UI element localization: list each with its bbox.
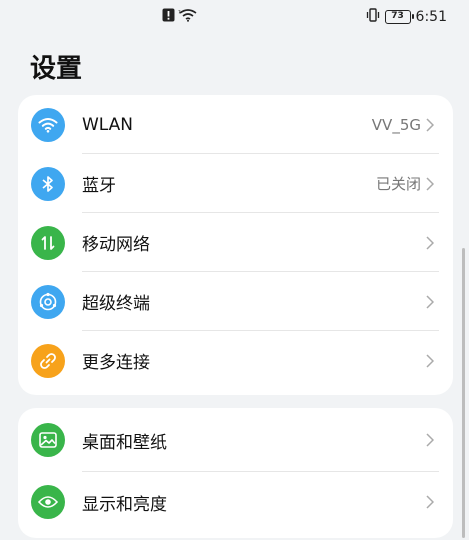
svg-text:?: ?	[178, 10, 181, 16]
settings-item-more-connections[interactable]: 更多连接	[18, 331, 453, 390]
chevron-right-icon	[423, 117, 437, 132]
battery-indicator: 73	[384, 10, 414, 24]
status-bar: ? 73 6:51	[0, 0, 469, 34]
chevron-right-icon	[423, 433, 437, 447]
settings-item-mobile-network[interactable]: 移动网络	[18, 213, 453, 272]
settings-item-wlan[interactable]: WLAN VV_5G	[18, 95, 453, 154]
wifi-icon	[31, 107, 65, 142]
page-title: 设置	[30, 54, 83, 84]
status-center: ?	[162, 8, 198, 26]
settings-group-display: 桌面和壁纸 显示和亮度	[18, 408, 453, 538]
settings-item-label: 桌面和壁纸	[82, 432, 167, 453]
chevron-right-icon	[423, 294, 437, 309]
chevron-right-icon	[423, 495, 437, 509]
link-icon	[31, 343, 65, 378]
alert-icon	[162, 8, 175, 26]
settings-item-value: VV_5G	[371, 115, 421, 134]
settings-item-super-device[interactable]: 超级终端	[18, 272, 453, 331]
bluetooth-icon	[31, 166, 65, 201]
super-device-icon	[31, 284, 65, 319]
settings-group-connections: WLAN VV_5G 蓝牙 已关闭 移动网络 超级终端 更多连接	[18, 95, 453, 395]
settings-item-label: WLAN	[82, 114, 134, 135]
settings-item-label: 超级终端	[82, 294, 150, 314]
chevron-right-icon	[423, 176, 437, 191]
eye-icon	[31, 485, 65, 519]
status-time: 6:51	[415, 9, 447, 25]
settings-item-wallpaper[interactable]: 桌面和壁纸	[18, 408, 453, 472]
wallpaper-icon	[31, 423, 65, 457]
settings-item-value: 已关闭	[375, 175, 421, 193]
chevron-right-icon	[423, 235, 437, 250]
mobile-data-icon	[31, 225, 65, 260]
settings-item-bluetooth[interactable]: 蓝牙 已关闭	[18, 154, 453, 213]
wifi-small-icon: ?	[178, 8, 198, 26]
settings-item-label: 显示和亮度	[82, 494, 167, 515]
settings-item-label: 蓝牙	[82, 176, 116, 196]
chevron-right-icon	[423, 353, 437, 368]
status-right: 73 6:51	[366, 8, 447, 26]
scrollbar[interactable]	[462, 248, 465, 538]
vibrate-icon	[366, 8, 380, 26]
settings-item-label: 更多连接	[82, 353, 150, 373]
settings-item-display-brightness[interactable]: 显示和亮度	[18, 472, 453, 532]
settings-item-label: 移动网络	[82, 235, 150, 255]
